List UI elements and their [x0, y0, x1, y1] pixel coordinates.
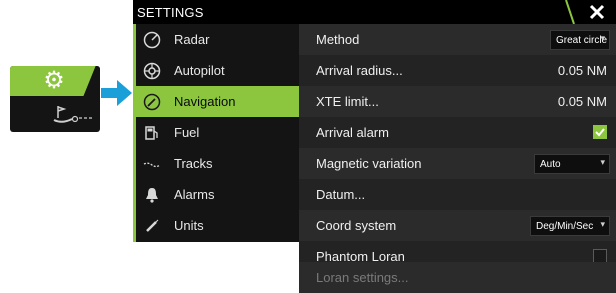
arrow-right-icon: [101, 80, 132, 106]
settings-dialog: SETTINGS Radar Autopilot Navigation Fuel…: [133, 0, 616, 293]
arrival-alarm-checkbox[interactable]: [593, 125, 607, 139]
settings-sidebar: Radar Autopilot Navigation Fuel Tracks A…: [133, 24, 299, 242]
ship-icon: [53, 106, 94, 123]
setting-label: XTE limit...: [316, 94, 379, 109]
settings-shortcut-tile[interactable]: ⚙: [10, 66, 100, 132]
setting-label: Loran settings...: [316, 270, 409, 285]
close-button[interactable]: [552, 0, 616, 25]
setting-label: Method: [316, 32, 360, 47]
setting-value: 0.05 NM: [557, 63, 607, 78]
phantom-loran-checkbox[interactable]: [593, 249, 607, 263]
navigation-settings-list: Method Great circle ▾ Arrival radius... …: [299, 24, 616, 293]
sidebar-item-label: Navigation: [174, 94, 236, 109]
chevron-down-icon: ▾: [600, 219, 605, 229]
sidebar-item-tracks[interactable]: Tracks: [133, 148, 299, 179]
sidebar-accent-bar: [133, 24, 136, 242]
setting-row-arrival-alarm[interactable]: Arrival alarm: [299, 117, 616, 148]
sidebar-item-fuel[interactable]: Fuel: [133, 117, 299, 148]
sidebar-item-label: Tracks: [174, 156, 213, 171]
method-select-value: Great circle: [556, 35, 608, 46]
setting-value: 0.05 NM: [557, 94, 607, 109]
setting-label: Coord system: [316, 218, 397, 233]
autopilot-icon: [143, 62, 161, 80]
units-icon: [146, 219, 159, 232]
setting-row-loran-settings: Loran settings...: [299, 262, 616, 293]
setting-row-datum[interactable]: Datum...: [299, 179, 616, 210]
sidebar-item-label: Units: [174, 218, 204, 233]
fuel-icon: [145, 126, 158, 140]
magnetic-variation-select[interactable]: Auto ▾: [534, 154, 610, 174]
chevron-down-icon: ▾: [600, 33, 605, 43]
sidebar-item-label: Fuel: [174, 125, 200, 140]
radar-icon: [143, 31, 161, 49]
sidebar-item-radar[interactable]: Radar: [133, 24, 299, 55]
setting-label: Arrival radius...: [316, 63, 403, 78]
gear-icon: ⚙: [43, 67, 65, 94]
method-select[interactable]: Great circle ▾: [550, 30, 610, 50]
sidebar-item-label: Autopilot: [174, 63, 225, 78]
sidebar-item-units[interactable]: Units: [133, 210, 299, 241]
setting-row-coord-system[interactable]: Coord system Deg/Min/Sec ▾: [299, 210, 616, 241]
sidebar-item-label: Alarms: [174, 187, 215, 202]
setting-row-method[interactable]: Method Great circle ▾: [299, 24, 616, 55]
check-icon: [595, 128, 605, 137]
magnetic-variation-value: Auto: [540, 159, 561, 170]
setting-label: Datum...: [316, 187, 366, 202]
coord-system-value: Deg/Min/Sec: [536, 221, 594, 232]
sidebar-item-navigation[interactable]: Navigation: [133, 86, 299, 117]
dialog-titlebar: SETTINGS: [133, 0, 616, 25]
dialog-title: SETTINGS: [137, 5, 204, 20]
coord-system-select[interactable]: Deg/Min/Sec ▾: [530, 216, 610, 236]
sidebar-item-alarms[interactable]: Alarms: [133, 179, 299, 210]
setting-label: Magnetic variation: [316, 156, 422, 171]
chevron-down-icon: ▾: [600, 157, 605, 167]
setting-row-magnetic-variation[interactable]: Magnetic variation Auto ▾: [299, 148, 616, 179]
setting-label: Arrival alarm: [316, 125, 389, 140]
tracks-icon: [143, 162, 161, 168]
sidebar-item-label: Radar: [174, 32, 210, 47]
alarms-icon: [146, 188, 158, 203]
navigation-icon: [143, 93, 161, 111]
close-icon: [565, 0, 605, 25]
setting-row-arrival-radius[interactable]: Arrival radius... 0.05 NM: [299, 55, 616, 86]
setting-row-xte-limit[interactable]: XTE limit... 0.05 NM: [299, 86, 616, 117]
sidebar-item-autopilot[interactable]: Autopilot: [133, 55, 299, 86]
